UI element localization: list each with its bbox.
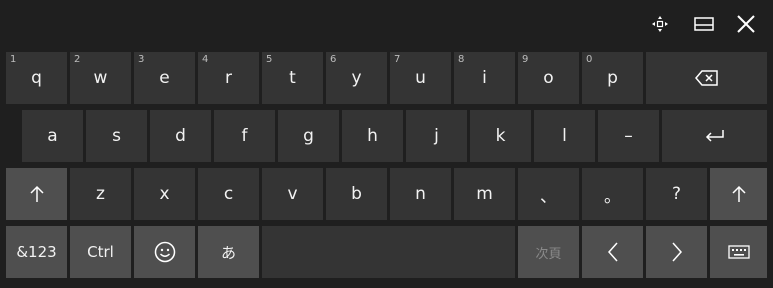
key-label: e [159, 68, 170, 88]
key-label: b [351, 184, 362, 204]
key-g[interactable]: g [278, 110, 339, 162]
ctrl-key[interactable]: Ctrl [70, 226, 131, 278]
key-number-hint: 1 [10, 54, 17, 65]
key-label: g [303, 126, 314, 146]
space-key[interactable] [262, 226, 515, 278]
key-label: 次頁 [535, 246, 562, 262]
key-label: r [225, 68, 232, 88]
key-label: v [287, 184, 298, 204]
key-y[interactable]: 6y [326, 52, 387, 104]
keyboard-title-bar [0, 0, 773, 46]
ime-mode-key[interactable]: あ [198, 226, 259, 278]
key-j[interactable]: j [406, 110, 467, 162]
smiley-icon [154, 241, 175, 263]
key-label: n [415, 184, 426, 204]
enter-key[interactable] [662, 110, 767, 162]
key-number-hint: 8 [458, 54, 465, 65]
key-label: h [367, 126, 378, 146]
key-ideographic-period[interactable]: 。 [582, 168, 643, 220]
key-number-hint: 5 [266, 54, 273, 65]
shift-arrow-icon [29, 185, 44, 202]
key-m[interactable]: m [454, 168, 515, 220]
key-l[interactable]: l [534, 110, 595, 162]
key-question[interactable]: ? [646, 168, 707, 220]
backspace-icon [694, 70, 718, 86]
key-i[interactable]: 8i [454, 52, 515, 104]
key-ideographic-comma[interactable]: 、 [518, 168, 579, 220]
key-label: – [624, 126, 633, 146]
close-icon[interactable] [730, 8, 762, 40]
key-label: z [96, 184, 105, 204]
key-label: f [241, 126, 248, 146]
key-number-hint: 3 [138, 54, 145, 65]
key-number-hint: 2 [74, 54, 81, 65]
key-label: q [31, 68, 42, 88]
key-label: s [112, 126, 121, 146]
key-label: x [159, 184, 170, 204]
key-number-hint: 9 [522, 54, 529, 65]
key-r[interactable]: 4r [198, 52, 259, 104]
key-number-hint: 4 [202, 54, 209, 65]
key-t[interactable]: 5t [262, 52, 323, 104]
key-label: あ [220, 243, 236, 262]
key-label: d [175, 126, 186, 146]
key-f[interactable]: f [214, 110, 275, 162]
move-handle-icon[interactable] [644, 8, 676, 40]
key-dash[interactable]: – [598, 110, 659, 162]
enter-icon [705, 130, 724, 142]
key-label: m [476, 184, 493, 204]
key-s[interactable]: s [86, 110, 147, 162]
dock-keyboard-icon[interactable] [688, 8, 720, 40]
chevron-right-icon [671, 242, 682, 262]
key-label: p [607, 68, 618, 88]
chevron-left-icon [607, 242, 618, 262]
key-label: y [351, 68, 362, 88]
key-c[interactable]: c [198, 168, 259, 220]
backspace-key[interactable] [646, 52, 767, 104]
key-number-hint: 7 [394, 54, 401, 65]
key-label: 。 [604, 186, 621, 207]
key-n[interactable]: n [390, 168, 451, 220]
key-h[interactable]: h [342, 110, 403, 162]
key-b[interactable]: b [326, 168, 387, 220]
key-label: u [415, 68, 426, 88]
key-number-hint: 6 [330, 54, 337, 65]
shift-key-right[interactable] [710, 168, 767, 220]
cursor-right-key[interactable] [646, 226, 707, 278]
cursor-left-key[interactable] [582, 226, 643, 278]
key-number-hint: 0 [586, 54, 593, 65]
keyboard-icon [727, 245, 750, 259]
key-k[interactable]: k [470, 110, 531, 162]
key-w[interactable]: 2w [70, 52, 131, 104]
key-label: a [47, 126, 58, 146]
key-p[interactable]: 0p [582, 52, 643, 104]
key-e[interactable]: 3e [134, 52, 195, 104]
key-x[interactable]: x [134, 168, 195, 220]
key-z[interactable]: z [70, 168, 131, 220]
key-label: &123 [16, 243, 57, 261]
key-label: 、 [540, 186, 557, 207]
key-label: c [223, 184, 234, 204]
key-label: Ctrl [87, 243, 114, 261]
next-page-key[interactable]: 次頁 [518, 226, 579, 278]
key-label: ? [671, 184, 682, 204]
key-label: w [93, 68, 108, 88]
key-v[interactable]: v [262, 168, 323, 220]
shift-key-left[interactable] [6, 168, 67, 220]
emoji-key[interactable] [134, 226, 195, 278]
key-label: t [289, 68, 296, 88]
numbers-symbols-key[interactable]: &123 [6, 226, 67, 278]
key-label: j [434, 126, 439, 146]
key-label: k [495, 126, 506, 146]
key-o[interactable]: 9o [518, 52, 579, 104]
key-a[interactable]: a [22, 110, 83, 162]
keyboard-layout-key[interactable] [710, 226, 767, 278]
key-label: l [562, 126, 567, 146]
shift-arrow-icon [731, 185, 746, 202]
key-label: i [482, 68, 487, 88]
key-d[interactable]: d [150, 110, 211, 162]
key-q[interactable]: 1q [6, 52, 67, 104]
key-label: o [543, 68, 554, 88]
key-u[interactable]: 7u [390, 52, 451, 104]
